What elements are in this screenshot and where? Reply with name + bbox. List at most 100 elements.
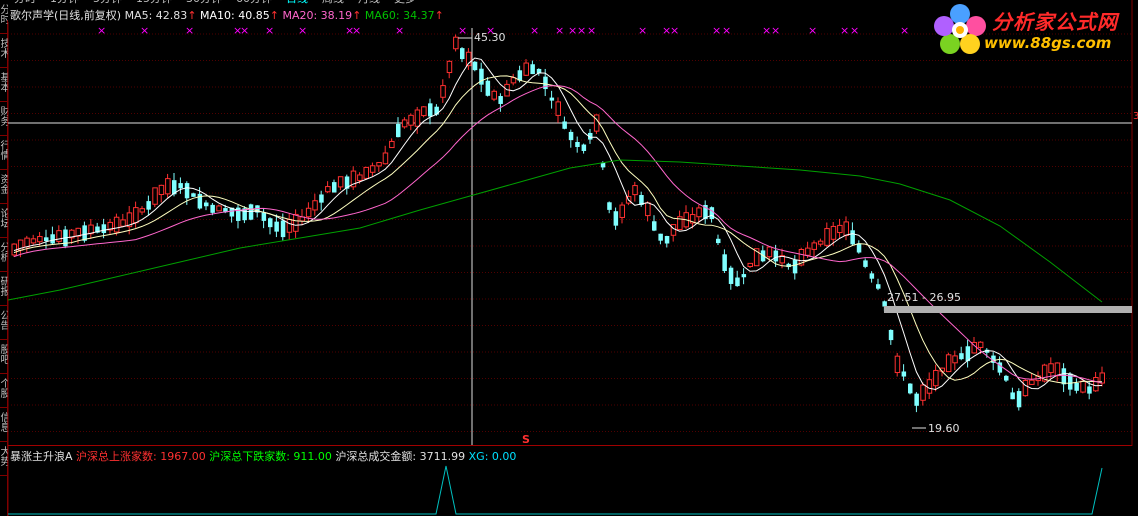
candle-up <box>920 384 926 401</box>
candle-up <box>1022 379 1029 397</box>
candle-down <box>268 218 273 228</box>
candle-down <box>722 254 727 272</box>
ma10-value: MA10: 40.85 <box>200 9 270 22</box>
ma20-value: MA20: 38.19 <box>282 9 353 22</box>
low-price-label: 19.60 <box>928 422 960 435</box>
candle-down <box>607 202 612 210</box>
candle-down <box>1087 386 1092 394</box>
indicator-header-info: 暴涨主升浪A 沪深总上涨家数: 1967.00 沪深总下跌家数: 911.00 … <box>10 450 516 464</box>
candle-down <box>735 277 740 287</box>
candle-down <box>863 260 868 267</box>
candle-down <box>568 131 574 141</box>
candle-up <box>376 162 382 167</box>
candle-down <box>658 233 663 241</box>
candle-up <box>632 185 638 196</box>
candle-down <box>204 202 209 207</box>
candle-up <box>933 369 939 387</box>
down-count-value: 沪深总下跌家数: 911.00 <box>209 450 332 463</box>
high-price-label: 45.30 <box>474 31 506 44</box>
buy-marker-icon: × <box>587 24 596 37</box>
buy-marker-icon: × <box>298 24 307 37</box>
ma10-arrow-icon: ↑ <box>269 9 279 22</box>
candle-up <box>401 119 408 128</box>
candle-up <box>37 236 43 243</box>
candle-up <box>894 355 901 374</box>
right-axis-marker: 3 <box>1133 111 1138 122</box>
candle-down <box>1016 391 1022 408</box>
site-logo: 分析家公式网 www.88gs.com <box>930 0 1138 60</box>
candle-up <box>389 140 395 149</box>
ma60-value: MA60: 34.37 <box>364 9 435 22</box>
candle-down <box>1074 382 1079 391</box>
flower-logo-icon <box>934 4 986 54</box>
candle-up <box>830 225 837 240</box>
candle-up <box>952 355 958 364</box>
candle-down <box>274 221 279 232</box>
candle-down <box>1004 375 1009 381</box>
candle-down <box>581 144 587 151</box>
buy-marker-icon: × <box>577 24 586 37</box>
candle-down <box>741 274 747 278</box>
buy-marker-icon: × <box>808 24 817 37</box>
candle-up <box>337 176 344 188</box>
candle-up <box>133 207 139 224</box>
buy-marker-icon: × <box>712 24 721 37</box>
candle-down <box>191 193 196 197</box>
candle-up <box>766 246 773 258</box>
candle-up <box>24 237 30 248</box>
stock-title: 歌尔声学(日线,前复权) <box>10 9 122 22</box>
candle-up <box>824 228 830 246</box>
candle-down <box>248 204 254 220</box>
candle-up <box>158 184 165 196</box>
candle-up <box>805 247 811 256</box>
candle-up <box>453 36 459 50</box>
candle-up <box>1029 379 1035 385</box>
candle-up <box>1080 380 1086 393</box>
candle-down <box>914 393 919 406</box>
buy-marker-icon: × <box>670 24 679 37</box>
candle-down <box>1010 392 1015 400</box>
candle-up <box>747 262 753 267</box>
up-count-value: 沪深总上涨家数: 1967.00 <box>76 450 206 463</box>
candle-up <box>312 200 318 211</box>
candle-up <box>593 114 600 132</box>
range-label: 27.51 - 26.95 <box>887 291 961 304</box>
candle-up <box>216 205 222 212</box>
candle-up <box>523 62 529 76</box>
candle-up <box>645 202 651 217</box>
kline-chart[interactable]: × × × ×× × × ×× × × × × × × × × × ×× × × × × × × × ×45.3019.6027… <box>0 0 1138 446</box>
candle-up <box>440 85 446 98</box>
buy-marker-icon: × <box>762 24 771 37</box>
candle-up <box>926 379 933 394</box>
candle-up <box>293 213 299 232</box>
candle-up <box>555 101 561 116</box>
candle-up <box>1093 377 1099 392</box>
candle-down <box>709 207 715 220</box>
candle-up <box>977 341 984 348</box>
buy-marker-icon: × <box>185 24 194 37</box>
candle-down <box>460 48 465 60</box>
candle-down <box>908 383 913 394</box>
candle-up <box>817 240 824 245</box>
logo-title: 分析家公式网 <box>992 10 1118 34</box>
candle-down <box>530 64 535 75</box>
candle-down <box>485 80 491 96</box>
candle-up <box>1054 362 1061 377</box>
candle-down <box>850 230 855 245</box>
candle-down <box>50 234 55 244</box>
candle-up <box>325 186 331 193</box>
candle-up <box>945 354 952 373</box>
candle-up <box>30 238 37 244</box>
candle-down <box>332 182 337 193</box>
buy-marker-icon: × <box>568 24 577 37</box>
ma5-value: MA5: 42.83 <box>124 9 188 22</box>
candle-up <box>139 208 145 213</box>
candle-down <box>146 201 151 210</box>
candle-up <box>811 242 817 250</box>
candle-down <box>876 284 881 289</box>
candle-up <box>382 152 389 165</box>
candle-up <box>696 207 702 218</box>
candle-up <box>56 230 62 242</box>
buy-marker-icon: × <box>140 24 149 37</box>
candle-down <box>562 121 567 129</box>
